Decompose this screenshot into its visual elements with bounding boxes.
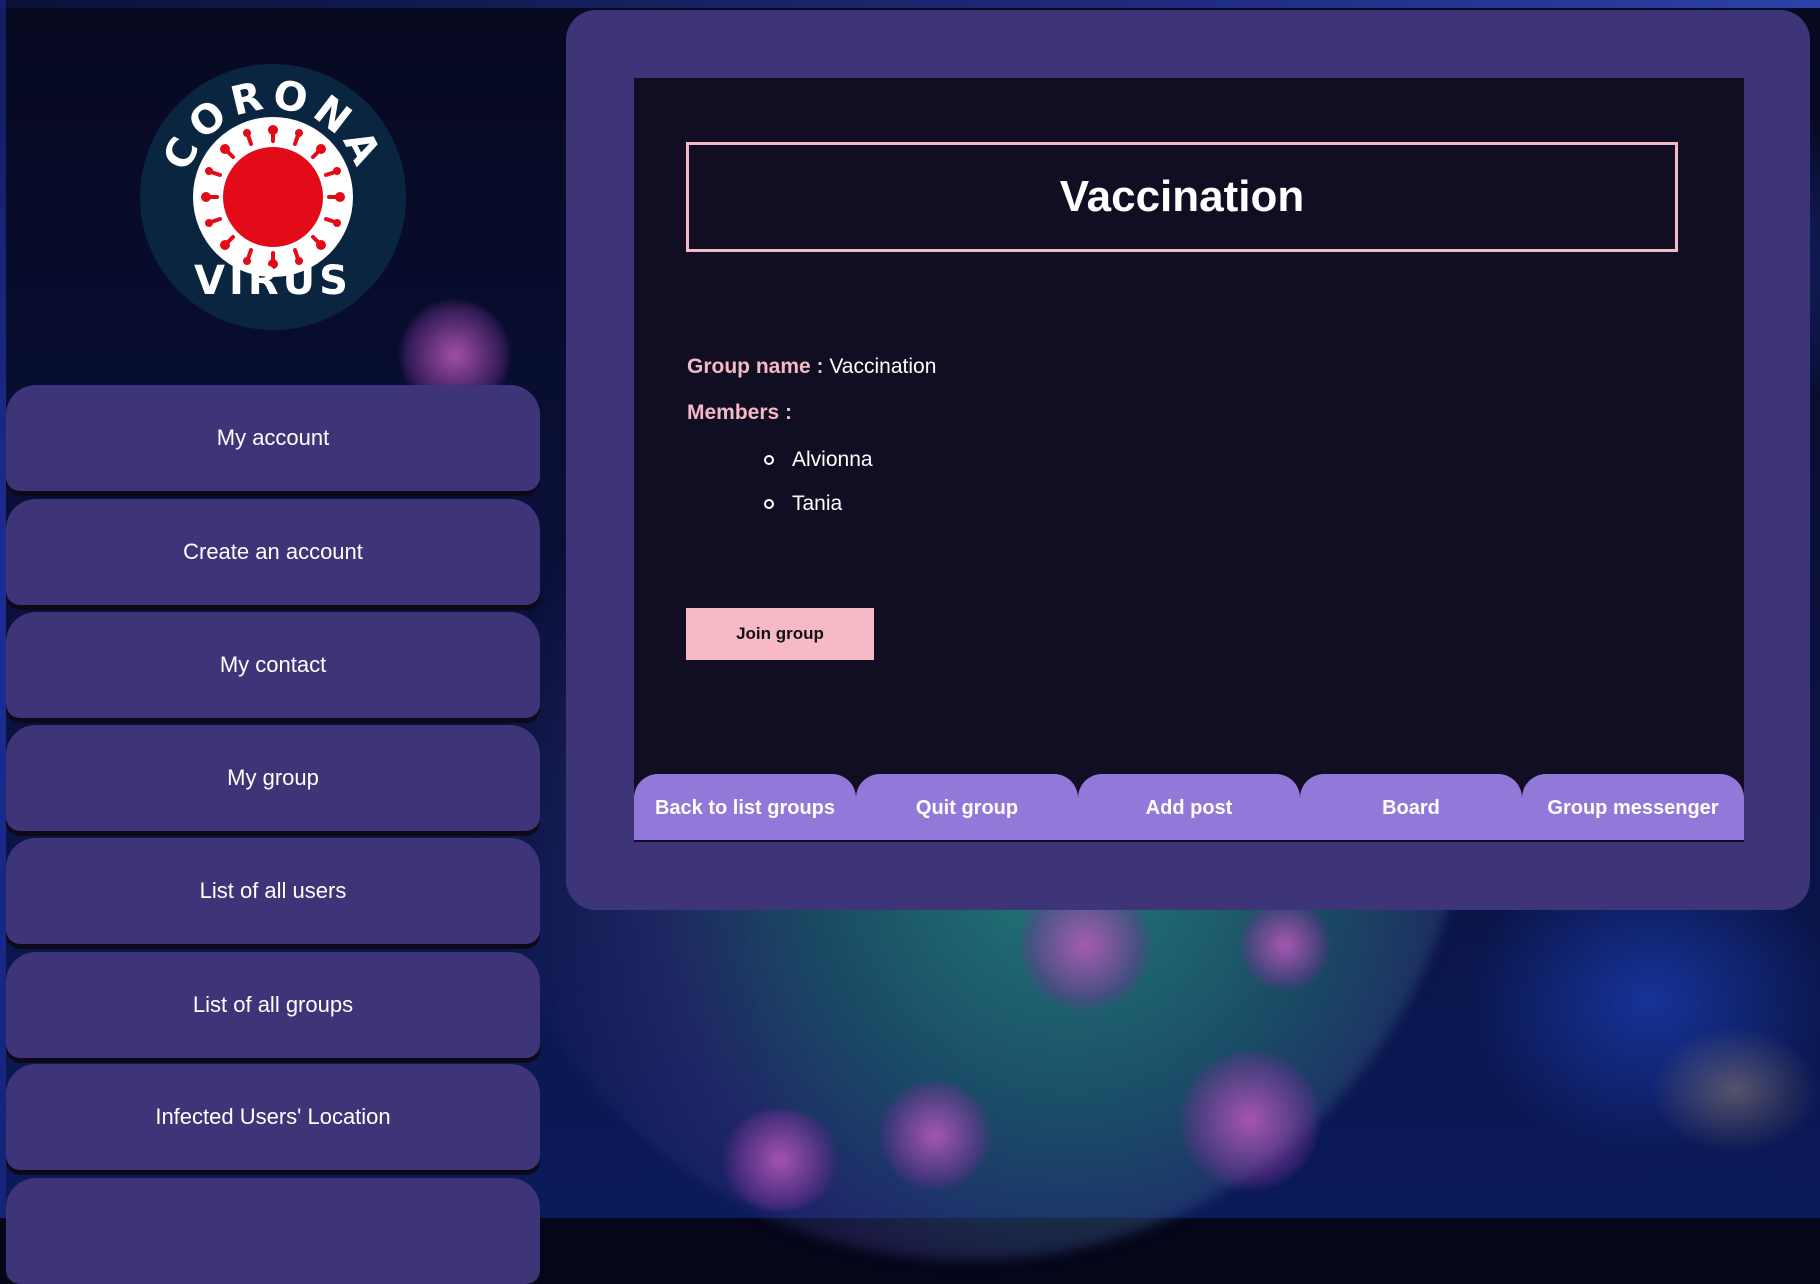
sidebar-item-label: My contact <box>219 652 327 677</box>
tab-group-messenger[interactable]: Group messenger <box>1522 774 1744 840</box>
members-label: Members : <box>687 401 793 424</box>
group-name-value: Vaccination <box>829 355 937 378</box>
virus-spike <box>1240 900 1330 990</box>
sidebar-item-list-groups[interactable]: List of all groups <box>6 952 540 1058</box>
group-title-box: Vaccination <box>686 142 1678 252</box>
tab-quit-group[interactable]: Quit group <box>856 774 1078 840</box>
list-item: Alvionna <box>764 448 873 472</box>
sidebar-item-label: Create an account <box>183 539 363 564</box>
sidebar-item-label: List of all users <box>199 878 347 903</box>
member-name: Alvionna <box>792 448 873 471</box>
sidebar-item-label: List of all groups <box>192 992 354 1017</box>
sidebar-item-my-contact[interactable]: My contact <box>6 612 540 718</box>
sidebar-item-label: My account <box>216 425 330 450</box>
logo-graphic: CORONA VIRUS <box>140 64 406 330</box>
sidebar-item-label: My group <box>227 765 319 790</box>
list-item: Tania <box>764 492 842 516</box>
member-name: Tania <box>792 492 843 515</box>
bullet-icon <box>764 499 774 509</box>
sidebar-item-more[interactable] <box>6 1178 540 1284</box>
virus-spike <box>1180 1050 1320 1190</box>
members-row: Members : <box>687 401 792 425</box>
virus-spike <box>720 1110 840 1210</box>
sidebar-item-my-group[interactable]: My group <box>6 725 540 831</box>
group-name-row: Group name : Vaccination <box>687 355 936 379</box>
logo-bottom-label: VIRUS <box>194 258 352 304</box>
tab-board[interactable]: Board <box>1300 774 1522 840</box>
tab-add-post[interactable]: Add post <box>1078 774 1300 840</box>
group-name-label: Group name : <box>687 355 824 378</box>
sidebar-item-my-account[interactable]: My account <box>6 385 540 491</box>
sidebar: CORONA VIRUS My account Create an accoun… <box>0 0 545 1284</box>
page-title: Vaccination <box>1059 172 1305 221</box>
corona-virus-logo: CORONA VIRUS <box>138 62 408 332</box>
sidebar-item-infected-location[interactable]: Infected Users' Location <box>6 1064 540 1170</box>
join-group-button[interactable]: Join group <box>686 608 874 660</box>
sidebar-item-label: Infected Users' Location <box>155 1104 391 1129</box>
tab-back-to-list-groups[interactable]: Back to list groups <box>634 774 856 840</box>
group-detail-card: Vaccination Group name : Vaccination Mem… <box>634 78 1744 842</box>
sidebar-item-list-users[interactable]: List of all users <box>6 838 540 944</box>
sidebar-item-create-account[interactable]: Create an account <box>6 499 540 605</box>
virus-spike <box>880 1080 990 1190</box>
bullet-icon <box>764 455 774 465</box>
group-actions-bar: Back to list groups Quit group Add post … <box>634 774 1744 840</box>
